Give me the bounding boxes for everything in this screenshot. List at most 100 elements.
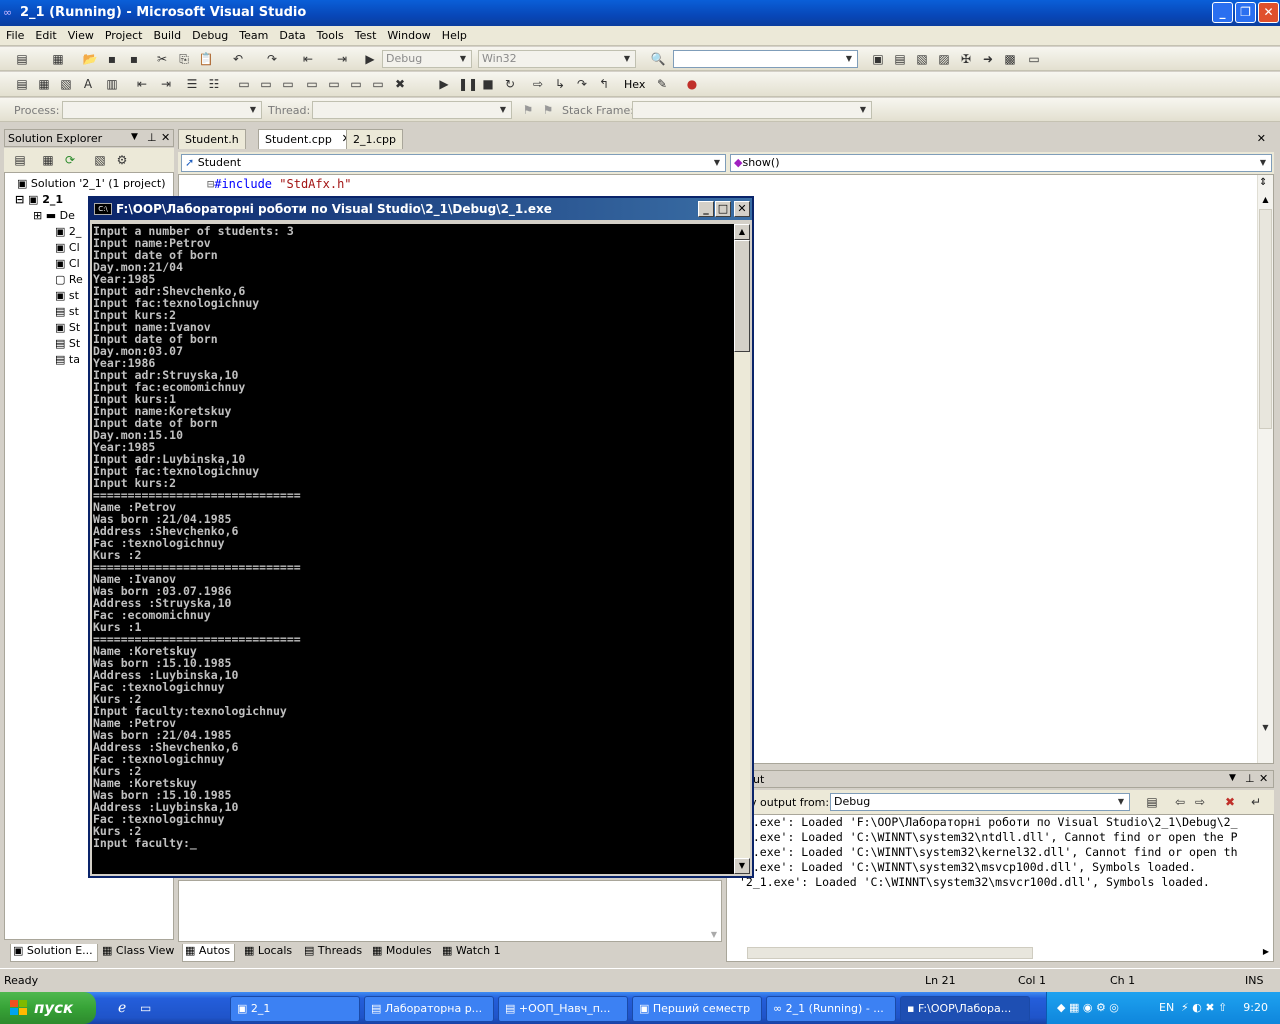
cut-icon[interactable]: ✂: [154, 51, 170, 67]
tab-watch-1[interactable]: ▦ Watch 1: [440, 944, 501, 962]
language-indicator[interactable]: EN: [1159, 1001, 1174, 1014]
find-combo[interactable]: ▼: [673, 50, 858, 68]
scroll-thumb[interactable]: [1259, 209, 1272, 429]
close-document-icon[interactable]: ✕: [1257, 132, 1266, 145]
menu-project[interactable]: Project: [99, 26, 148, 42]
stack-frame-select[interactable]: ▼: [632, 101, 872, 119]
refresh-icon[interactable]: ⟳: [62, 152, 78, 168]
close-button[interactable]: ✕: [1258, 2, 1279, 23]
view-code-icon[interactable]: ▧: [92, 152, 108, 168]
find-message-icon[interactable]: ▤: [1144, 794, 1160, 810]
next-bookmark-icon[interactable]: ▭: [280, 76, 296, 92]
hex-toggle[interactable]: Hex: [624, 78, 645, 91]
ie-icon[interactable]: ℯ: [118, 1000, 126, 1016]
panel-close-icon[interactable]: ✕: [1259, 772, 1268, 785]
scroll-thumb[interactable]: [734, 240, 750, 352]
taskbar-item-visual-studio[interactable]: ∞ 2_1 (Running) - ...: [766, 996, 896, 1022]
navigate-forward-icon[interactable]: ⇥: [334, 51, 350, 67]
panel-dropdown-icon[interactable]: ▼: [1229, 773, 1236, 783]
console-maximize-button[interactable]: □: [715, 201, 731, 217]
editor-vertical-scrollbar[interactable]: ▲ ▼: [1257, 175, 1273, 763]
navigate-backward-icon[interactable]: ⇤: [300, 51, 316, 67]
toggle-flagged-icon[interactable]: ⚑: [520, 102, 536, 118]
thread-select[interactable]: ▼: [312, 101, 512, 119]
add-item-icon[interactable]: ▦: [50, 51, 66, 67]
bookmark-icon[interactable]: ▭: [236, 76, 252, 92]
tree-item[interactable]: ▤ St: [55, 337, 80, 350]
solution-platform-select[interactable]: Win32 ▼: [478, 50, 636, 68]
prev-bookmark-folder-icon[interactable]: ▭: [304, 76, 320, 92]
scroll-down-icon[interactable]: ▼: [711, 930, 717, 939]
menu-edit[interactable]: Edit: [29, 26, 61, 42]
next-bookmark-folder-icon[interactable]: ▭: [326, 76, 342, 92]
project-node[interactable]: ⊟ ▣ 2_1: [15, 193, 63, 206]
menu-tools[interactable]: Tools: [311, 26, 349, 42]
properties-icon[interactable]: ▤: [12, 152, 28, 168]
tab-2-1-cpp[interactable]: 2_1.cpp: [346, 129, 404, 149]
properties-icon[interactable]: ▤: [892, 51, 908, 67]
scroll-up-icon[interactable]: ▲: [1258, 195, 1273, 209]
menu-file[interactable]: File: [0, 26, 29, 42]
menu-data[interactable]: Data: [273, 26, 310, 42]
menu-window[interactable]: Window: [381, 26, 435, 42]
console-close-button[interactable]: ✕: [734, 201, 750, 217]
undo-icon[interactable]: ↶: [230, 51, 246, 67]
scope-select[interactable]: ➚ Student ▼: [181, 154, 726, 172]
tree-item[interactable]: ▣ st: [55, 289, 79, 302]
tree-item[interactable]: ⊞ ▬ De: [33, 209, 75, 222]
step-out-icon[interactable]: ↰: [596, 76, 612, 92]
clear-bookmarks-icon[interactable]: ✖: [392, 76, 408, 92]
member-select[interactable]: ◆show() ▼: [730, 154, 1272, 172]
console-window[interactable]: C:\ F:\OOP\Лабораторні роботи по Visual …: [88, 196, 754, 878]
solution-configuration-select[interactable]: Debug ▼: [382, 50, 472, 68]
menu-debug[interactable]: Debug: [186, 26, 233, 42]
show-next-statement-icon[interactable]: ⇨: [530, 76, 546, 92]
exception-icon[interactable]: ✎: [654, 76, 670, 92]
console-minimize-button[interactable]: _: [698, 201, 714, 217]
uncomment-icon[interactable]: ☷: [206, 76, 222, 92]
maximize-button[interactable]: ❐: [1235, 2, 1256, 23]
breakpoint-icon[interactable]: ●: [684, 76, 700, 92]
solution-node[interactable]: ▣ Solution '2_1' (1 project): [17, 177, 166, 190]
taskbar-item-oop-doc[interactable]: ▤ +ООП_Навч_п...: [498, 996, 628, 1022]
console-output[interactable]: Input a number of students: 3 Input name…: [92, 224, 734, 874]
next-message-icon[interactable]: ⇨: [1192, 794, 1208, 810]
horizontal-scroll-thumb[interactable]: [747, 947, 1033, 959]
member-list-icon[interactable]: ▦: [36, 76, 52, 92]
panel-dropdown-icon[interactable]: ▼: [131, 132, 138, 142]
save-icon[interactable]: ▪: [104, 51, 120, 67]
tab-class-view[interactable]: ▦ Class View: [100, 944, 174, 962]
command-window-icon[interactable]: ▭: [1026, 51, 1042, 67]
complete-word-icon[interactable]: ▥: [104, 76, 120, 92]
open-folder-icon[interactable]: 📂: [82, 51, 98, 67]
step-over-icon[interactable]: ↷: [574, 76, 590, 92]
text-editor-icon[interactable]: ▤: [14, 76, 30, 92]
scroll-up-icon[interactable]: ▲: [734, 224, 750, 240]
extension-manager-icon[interactable]: ▩: [1002, 51, 1018, 67]
solution-explorer-icon[interactable]: ▣: [870, 51, 886, 67]
add-project-icon[interactable]: ▤: [14, 51, 30, 67]
tree-item[interactable]: ▢ Re: [55, 273, 83, 286]
clear-all-icon[interactable]: ✖: [1222, 794, 1238, 810]
tab-autos[interactable]: ▦ Autos: [182, 944, 236, 962]
parameter-info-icon[interactable]: ▧: [58, 76, 74, 92]
redo-icon[interactable]: ↷: [264, 51, 280, 67]
console-vertical-scrollbar[interactable]: ▲ ▼: [734, 224, 750, 874]
tab-solution-explorer[interactable]: ▣ Solution E...: [10, 944, 98, 962]
show-desktop-icon[interactable]: ▭: [140, 1001, 151, 1015]
previous-message-icon[interactable]: ⇦: [1172, 794, 1188, 810]
tab-threads[interactable]: ▤ Threads: [302, 944, 362, 962]
pin-icon[interactable]: ⊥: [147, 131, 157, 144]
find-in-files-icon[interactable]: 🔍: [650, 51, 666, 67]
next-bookmark-doc-icon[interactable]: ▭: [370, 76, 386, 92]
panel-close-icon[interactable]: ✕: [161, 131, 170, 144]
increase-indent-icon[interactable]: ⇥: [158, 76, 174, 92]
prev-bookmark-doc-icon[interactable]: ▭: [348, 76, 364, 92]
quick-info-icon[interactable]: A: [80, 76, 96, 92]
stop-debugging-icon[interactable]: ■: [480, 76, 496, 92]
prev-bookmark-icon[interactable]: ▭: [258, 76, 274, 92]
tree-item[interactable]: ▣ St: [55, 321, 80, 334]
taskbar-item-lab-doc[interactable]: ▤ Лабораторна р...: [364, 996, 494, 1022]
menu-help[interactable]: Help: [436, 26, 472, 42]
tree-item[interactable]: ▤ st: [55, 305, 79, 318]
